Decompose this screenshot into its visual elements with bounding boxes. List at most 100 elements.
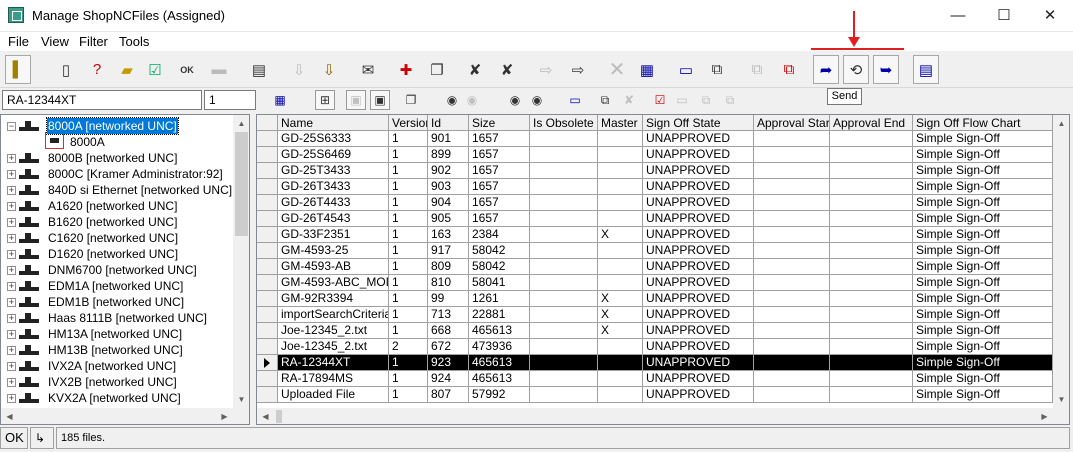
expand-icon[interactable]: + — [7, 234, 16, 243]
grid-scroll-thumb[interactable] — [276, 410, 282, 423]
row-indicator[interactable] — [257, 387, 278, 403]
table-cell[interactable]: 1657 — [469, 211, 530, 227]
table-cell[interactable]: UNAPPROVED — [643, 227, 754, 243]
expand-icon[interactable]: + — [7, 362, 16, 371]
table-cell[interactable]: Simple Sign-Off — [913, 291, 1053, 307]
table-cell[interactable]: 1 — [389, 323, 428, 339]
compare-red-icon[interactable]: ⧉ — [776, 55, 802, 84]
expand-icon[interactable]: + — [7, 250, 16, 259]
table-cell[interactable]: 1 — [389, 195, 428, 211]
table-cell[interactable]: 1657 — [469, 195, 530, 211]
grid-scroll-left-icon[interactable]: ◀ — [257, 408, 274, 424]
row-indicator[interactable] — [257, 323, 278, 339]
view-detail-icon[interactable]: ⧉ — [595, 90, 615, 110]
expand-icon[interactable]: + — [7, 218, 16, 227]
calendar-icon[interactable]: ▦ — [270, 90, 290, 110]
move-delete-icon[interactable]: ⇨ — [565, 55, 591, 84]
tree-item[interactable]: +8000B [networked UNC] — [1, 150, 231, 166]
table-cell[interactable]: RA-12344XT — [278, 355, 389, 371]
table-cell[interactable]: 99 — [428, 291, 469, 307]
expand-icon[interactable]: + — [7, 346, 16, 355]
receive-icon[interactable]: ➥ — [873, 55, 899, 84]
scroll-down-icon[interactable]: ▼ — [233, 391, 249, 408]
tree-item[interactable]: 8000A — [1, 134, 231, 150]
table-cell[interactable]: Simple Sign-Off — [913, 195, 1053, 211]
table-cell[interactable] — [598, 371, 643, 387]
table-cell[interactable] — [598, 387, 643, 403]
table-cell[interactable] — [754, 147, 830, 163]
table-cell[interactable]: UNAPPROVED — [643, 243, 754, 259]
table-cell[interactable]: 1 — [389, 259, 428, 275]
table-cell[interactable]: 465613 — [469, 323, 530, 339]
table-cell[interactable] — [754, 275, 830, 291]
row-indicator[interactable] — [257, 259, 278, 275]
expand-icon[interactable]: + — [7, 378, 16, 387]
binoculars-b-icon[interactable]: ◉ — [527, 90, 547, 110]
table-cell[interactable] — [598, 355, 643, 371]
grid-scroll-down-icon[interactable]: ▼ — [1053, 391, 1069, 408]
table-cell[interactable] — [830, 243, 913, 259]
column-header[interactable]: Approval Start — [754, 115, 830, 131]
window-icon[interactable]: ▤ — [913, 55, 939, 84]
table-cell[interactable] — [754, 243, 830, 259]
row-indicator[interactable] — [257, 179, 278, 195]
row-indicator[interactable] — [257, 227, 278, 243]
table-cell[interactable]: 58042 — [469, 243, 530, 259]
table-cell[interactable]: 1657 — [469, 131, 530, 147]
table-cell[interactable]: GD-26T4433 — [278, 195, 389, 211]
table-cell[interactable] — [830, 387, 913, 403]
table-cell[interactable] — [754, 355, 830, 371]
expand-icon[interactable]: + — [7, 154, 16, 163]
table-cell[interactable]: 473936 — [469, 339, 530, 355]
cancel-grid-icon[interactable]: ▦ — [634, 55, 660, 84]
column-header[interactable]: Approval End — [830, 115, 913, 131]
row-indicator[interactable] — [257, 195, 278, 211]
table-cell[interactable] — [530, 323, 598, 339]
column-header[interactable]: Master — [598, 115, 643, 131]
expand-icon[interactable]: + — [7, 282, 16, 291]
table-cell[interactable] — [754, 211, 830, 227]
expand-icon[interactable]: + — [7, 186, 16, 195]
table-cell[interactable] — [830, 227, 913, 243]
table-cell[interactable]: GD-25S6333 — [278, 131, 389, 147]
menu-view[interactable]: View — [41, 34, 69, 49]
table-cell[interactable]: Simple Sign-Off — [913, 211, 1053, 227]
send-icon[interactable]: ➦ — [813, 55, 839, 84]
exit-door-icon[interactable]: ▌ — [5, 55, 31, 84]
menu-file[interactable]: File — [8, 34, 29, 49]
scroll-left-icon[interactable]: ◀ — [1, 408, 18, 424]
table-cell[interactable]: 1 — [389, 307, 428, 323]
column-header[interactable]: Version — [389, 115, 428, 131]
table-cell[interactable]: X — [598, 323, 643, 339]
checked-form-icon[interactable]: ☑ — [650, 90, 670, 110]
table-cell[interactable] — [754, 259, 830, 275]
table-cell[interactable]: 924 — [428, 371, 469, 387]
table-cell[interactable] — [598, 275, 643, 291]
tree-item[interactable]: + IVX2B [networked UNC] — [1, 374, 231, 390]
tree-item[interactable]: + D1620 [networked UNC] — [1, 246, 231, 262]
table-cell[interactable]: 809 — [428, 259, 469, 275]
table-cell[interactable]: Simple Sign-Off — [913, 323, 1053, 339]
table-cell[interactable]: 1 — [389, 243, 428, 259]
table-cell[interactable] — [530, 227, 598, 243]
table-cell[interactable]: 1 — [389, 147, 428, 163]
table-cell[interactable] — [830, 275, 913, 291]
frame-icon[interactable]: ▭ — [565, 90, 585, 110]
table-cell[interactable]: 163 — [428, 227, 469, 243]
table-cell[interactable] — [754, 131, 830, 147]
table-cell[interactable]: 904 — [428, 195, 469, 211]
table-cell[interactable]: 902 — [428, 163, 469, 179]
table-cell[interactable]: UNAPPROVED — [643, 211, 754, 227]
table-cell[interactable]: 899 — [428, 147, 469, 163]
search-input[interactable]: RA-12344XT — [2, 90, 202, 110]
table-cell[interactable] — [830, 179, 913, 195]
tree-item[interactable]: + EDM1B [networked UNC] — [1, 294, 231, 310]
table-cell[interactable]: Simple Sign-Off — [913, 339, 1053, 355]
table-cell[interactable] — [754, 195, 830, 211]
table-cell[interactable] — [754, 227, 830, 243]
table-cell[interactable]: 1657 — [469, 179, 530, 195]
table-cell[interactable]: 22881 — [469, 307, 530, 323]
table-cell[interactable]: Uploaded File — [278, 387, 389, 403]
table-cell[interactable]: X — [598, 227, 643, 243]
table-cell[interactable]: UNAPPROVED — [643, 179, 754, 195]
